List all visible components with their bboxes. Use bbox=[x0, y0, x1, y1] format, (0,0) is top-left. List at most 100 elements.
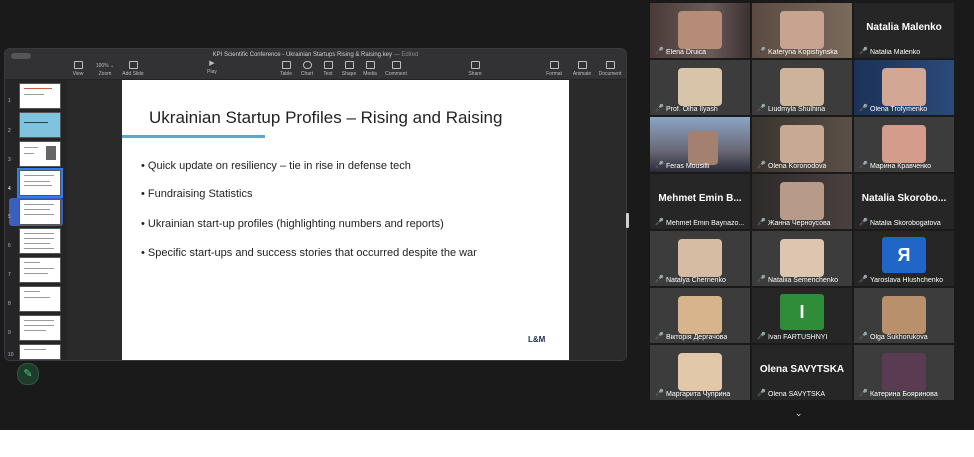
gallery-next-page-chevron-icon[interactable]: ⌄ bbox=[795, 408, 803, 419]
format-button[interactable]: Format bbox=[539, 61, 569, 77]
participant-name: Kateryna Kopishynska bbox=[768, 49, 838, 56]
add-slide-button[interactable]: Add Slide bbox=[118, 61, 148, 77]
slide-thumbnail-2[interactable] bbox=[19, 112, 61, 138]
participant-tile[interactable]: 🎤 Elena Druica bbox=[650, 3, 750, 58]
add-slide-icon bbox=[128, 61, 138, 69]
muted-mic-icon: 🎤 bbox=[655, 333, 664, 340]
participant-name: Вікторія Дергачова bbox=[666, 334, 728, 341]
pencil-icon: ✎ bbox=[23, 368, 33, 380]
screen-share-stage: KPI Scientific Conference - Ukrainian St… bbox=[0, 0, 974, 430]
slide-number: 8 bbox=[8, 301, 11, 307]
zoom-menu[interactable]: 100% ⌄ Zoom bbox=[90, 63, 120, 77]
slide-bullet: • Fundraising Statistics bbox=[141, 188, 253, 200]
participant-display-name: Natalia Malenko bbox=[866, 22, 942, 33]
muted-mic-icon: 🎤 bbox=[655, 390, 664, 397]
participant-tile[interactable]: 🎤 Марина Кравченко bbox=[854, 117, 954, 172]
participant-tile[interactable]: 🎤 Olena Trofymenko bbox=[854, 60, 954, 115]
video-feed bbox=[882, 353, 926, 391]
participant-tile[interactable]: 🎤 Вікторія Дергачова bbox=[650, 288, 750, 343]
avatar: Я bbox=[882, 237, 926, 273]
participant-name: Yaroslava Hlushchenko bbox=[870, 277, 944, 284]
slide-number: 6 bbox=[8, 243, 11, 249]
participant-name: Марина Кравченко bbox=[870, 163, 932, 170]
slide-number: 2 bbox=[8, 128, 11, 134]
participant-name: Natalya Chernenko bbox=[666, 277, 726, 284]
keynote-window: KPI Scientific Conference - Ukrainian St… bbox=[4, 48, 627, 361]
panel-resize-handle[interactable] bbox=[626, 213, 629, 228]
chart-icon bbox=[302, 61, 312, 69]
muted-mic-icon: 🎤 bbox=[757, 105, 766, 112]
sidebar-icon bbox=[73, 61, 83, 69]
share-icon bbox=[470, 61, 480, 69]
document-button[interactable]: Document bbox=[595, 61, 625, 77]
participant-tile[interactable]: 🎤 Жанна Черноусова bbox=[752, 174, 852, 229]
participant-name: Feras Mousilli bbox=[666, 163, 710, 170]
participant-name: Olena SAVYTSKA bbox=[768, 391, 826, 398]
slide-bullet: • Ukrainian start-up profiles (highlight… bbox=[141, 218, 444, 230]
muted-mic-icon: 🎤 bbox=[757, 219, 766, 226]
muted-mic-icon: 🎤 bbox=[757, 333, 766, 340]
animate-icon bbox=[577, 61, 587, 69]
video-feed bbox=[882, 125, 926, 163]
participant-tile[interactable]: Я 🎤 Yaroslava Hlushchenko bbox=[854, 231, 954, 286]
video-feed bbox=[780, 182, 824, 220]
share-button[interactable]: Share bbox=[460, 61, 490, 77]
participant-tile[interactable]: Mehmet Emin B... 🎤 Mehmet Emin Baynazo..… bbox=[650, 174, 750, 229]
avatar: I bbox=[780, 294, 824, 330]
slide-thumbnail-4[interactable] bbox=[17, 168, 63, 198]
slide-thumbnail-10[interactable] bbox=[19, 344, 61, 360]
slide-thumbnail-3[interactable] bbox=[19, 141, 61, 167]
animate-button[interactable]: Animate bbox=[567, 61, 597, 77]
participant-tile-active-speaker[interactable]: 🎤 Feras Mousilli bbox=[650, 117, 750, 172]
participant-tile[interactable]: 🎤 Natalya Chernenko bbox=[650, 231, 750, 286]
muted-mic-icon: 🎤 bbox=[655, 48, 664, 55]
video-feed bbox=[780, 11, 824, 49]
slide-thumbnail-9[interactable] bbox=[19, 315, 61, 341]
view-button[interactable]: View bbox=[63, 61, 93, 77]
annotate-pencil-button[interactable]: ✎ bbox=[17, 363, 39, 385]
participant-tile[interactable]: 🎤 Prof. Olha Ilyash bbox=[650, 60, 750, 115]
participant-tile[interactable]: 🎤 Nataliia Semenchenko bbox=[752, 231, 852, 286]
muted-mic-icon: 🎤 bbox=[859, 333, 868, 340]
participant-tile[interactable]: 🎤 Olena Koronodova bbox=[752, 117, 852, 172]
muted-mic-icon: 🎤 bbox=[859, 105, 868, 112]
slide-number: 1 bbox=[8, 98, 11, 104]
participant-gallery: 🎤 Elena Druica 🎤 Kateryna Kopishynska Na… bbox=[650, 3, 955, 407]
participant-name: Катерина Бояринова bbox=[870, 391, 938, 398]
document-icon bbox=[605, 61, 615, 69]
participant-tile[interactable]: 🎤 Olga Sukhorukova bbox=[854, 288, 954, 343]
participant-tile[interactable]: I 🎤 Ivan FARTUSHNYI bbox=[752, 288, 852, 343]
muted-mic-icon: 🎤 bbox=[859, 390, 868, 397]
slide-thumbnail-5[interactable] bbox=[19, 199, 61, 225]
participant-name: Nataliia Semenchenko bbox=[768, 277, 839, 284]
slide-thumbnail-6[interactable] bbox=[19, 228, 61, 254]
slide-title: Ukrainian Startup Profiles – Rising and … bbox=[149, 108, 503, 127]
participant-tile[interactable]: 🎤 Маргарита Чуприна bbox=[650, 345, 750, 400]
participant-tile[interactable]: 🎤 Liudmyla Shulhina bbox=[752, 60, 852, 115]
participant-tile[interactable]: 🎤 Kateryna Kopishynska bbox=[752, 3, 852, 58]
muted-mic-icon: 🎤 bbox=[757, 390, 766, 397]
slide-canvas[interactable]: Ukrainian Startup Profiles – Rising and … bbox=[122, 80, 569, 360]
participant-name: Ivan FARTUSHNYI bbox=[768, 334, 828, 341]
slide-bullet: • Specific start-ups and success stories… bbox=[141, 247, 477, 259]
muted-mic-icon: 🎤 bbox=[859, 276, 868, 283]
participant-name: Маргарита Чуприна bbox=[666, 391, 731, 398]
slide-navigator: 1 2 3 4 5 6 7 8 9 10 bbox=[5, 80, 67, 360]
slide-thumbnail-1[interactable] bbox=[19, 83, 61, 109]
format-icon bbox=[549, 61, 559, 69]
comment-button[interactable]: Comment bbox=[381, 61, 411, 77]
mic-icon: 🎤 bbox=[655, 162, 664, 169]
participant-name: Жанна Черноусова bbox=[768, 220, 831, 227]
participant-tile[interactable]: 🎤 Катерина Бояринова bbox=[854, 345, 954, 400]
slide-thumbnail-8[interactable] bbox=[19, 286, 61, 312]
participant-tile[interactable]: Natalia Skorobo... 🎤 Natalia Skorobogato… bbox=[854, 174, 954, 229]
slide-thumbnail-7[interactable] bbox=[19, 257, 61, 283]
participant-tile[interactable]: Olena SAVYTSKA 🎤 Olena SAVYTSKA bbox=[752, 345, 852, 400]
participant-tile[interactable]: Natalia Malenko 🎤 Natalia Malenko bbox=[854, 3, 954, 58]
play-button[interactable]: ▶ Play bbox=[197, 60, 227, 75]
muted-mic-icon: 🎤 bbox=[757, 48, 766, 55]
video-feed bbox=[882, 68, 926, 106]
participant-display-name: Natalia Skorobo... bbox=[861, 193, 947, 204]
participant-name: Natalia Malenko bbox=[870, 49, 921, 56]
table-icon bbox=[281, 61, 291, 69]
